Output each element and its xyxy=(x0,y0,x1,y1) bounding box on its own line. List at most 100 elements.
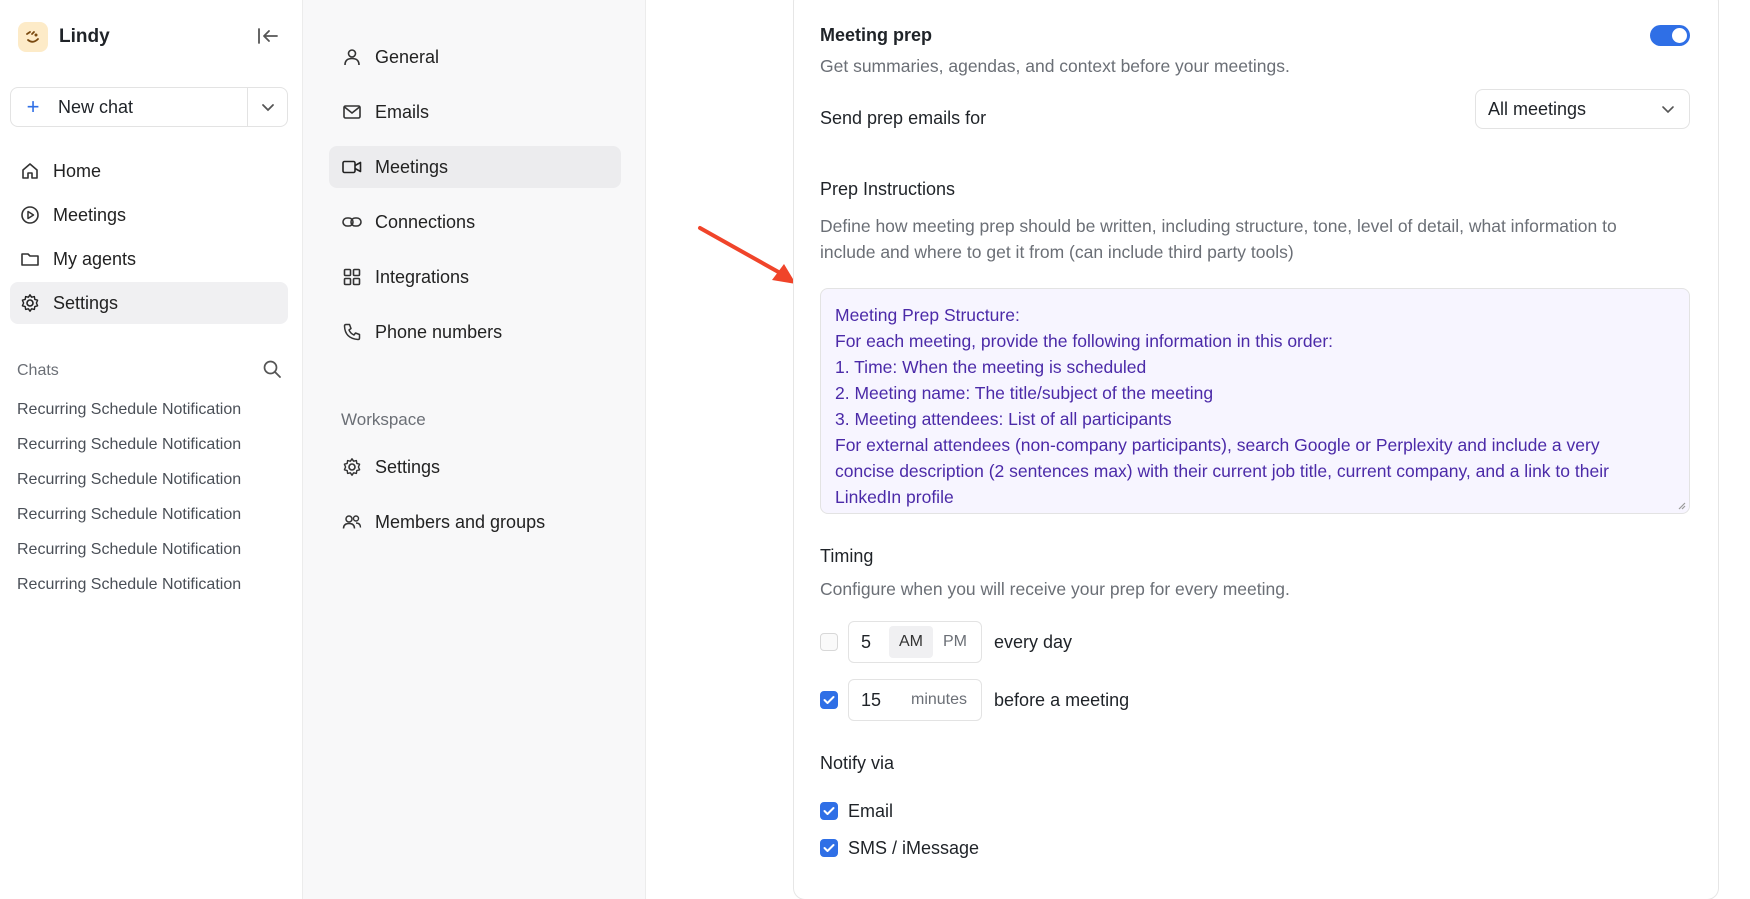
notify-email-row: Email xyxy=(820,790,893,832)
folder-icon xyxy=(19,248,41,270)
nav-item-my-agents[interactable]: My agents xyxy=(10,238,288,280)
timing-title: Timing xyxy=(820,546,874,566)
prep-instructions-textarea[interactable]: Meeting Prep Structure: For each meeting… xyxy=(820,288,1690,514)
new-chat-label: New chat xyxy=(58,96,134,117)
annotation-arrow-icon xyxy=(698,226,796,284)
chat-list-item[interactable]: Recurring Schedule Notification xyxy=(17,401,287,436)
meeting-prep-card: Meeting prep Get summaries, agendas, and… xyxy=(793,0,1719,899)
lindy-logo-icon xyxy=(18,22,48,52)
settings-item-integrations[interactable]: Integrations xyxy=(329,256,621,298)
daily-time-input: 5 AM PM xyxy=(848,621,982,663)
instruction-line: 1. Time: When the meeting is scheduled xyxy=(835,357,1147,377)
settings-item-label: Settings xyxy=(375,456,441,477)
settings-content: Meeting prep Get summaries, agendas, and… xyxy=(646,0,1750,899)
settings-nav: General Emails Meetings Connections Inte… xyxy=(303,0,646,899)
nav-item-label: Settings xyxy=(53,292,119,313)
settings-item-label: Integrations xyxy=(375,266,470,287)
minutes-unit: minutes xyxy=(911,691,968,708)
timing-description: Configure when you will receive your pre… xyxy=(820,579,1290,599)
meeting-prep-description: Get summaries, agendas, and context befo… xyxy=(820,56,1290,76)
notify-sms-checkbox[interactable] xyxy=(820,839,838,857)
chat-list-item[interactable]: Recurring Schedule Notification xyxy=(17,541,287,576)
daily-timing-label: every day xyxy=(994,631,1073,652)
settings-item-connections[interactable]: Connections xyxy=(329,201,621,243)
instruction-line: 3. Meeting attendees: List of all partic… xyxy=(835,409,1172,429)
chats-header: Chats xyxy=(17,359,282,383)
hour-input[interactable]: 5 xyxy=(861,632,889,653)
grid-icon xyxy=(341,266,363,288)
instruction-line: LinkedIn profile xyxy=(835,487,954,507)
send-prep-select[interactable]: All meetings xyxy=(1475,89,1690,129)
video-icon xyxy=(341,156,363,178)
minutes-before-input: 15 minutes xyxy=(848,679,983,721)
before-meeting-label: before a meeting xyxy=(994,689,1130,710)
check-icon xyxy=(823,696,835,704)
workspace-settings-list: Settings Members and groups xyxy=(329,446,621,556)
new-chat-options-button[interactable] xyxy=(247,88,287,126)
nav-item-label: My agents xyxy=(53,248,137,269)
instruction-line: Meeting Prep Structure: xyxy=(835,305,1020,325)
nav-item-settings[interactable]: Settings xyxy=(10,282,288,324)
user-icon xyxy=(341,46,363,68)
minutes-input[interactable]: 15 xyxy=(861,690,901,711)
meeting-prep-toggle[interactable] xyxy=(1650,25,1690,46)
settings-item-emails[interactable]: Emails xyxy=(329,91,621,133)
nav-item-meetings[interactable]: Meetings xyxy=(10,194,288,236)
prep-instructions-description: Define how meeting prep should be writte… xyxy=(820,213,1617,265)
chat-list-item[interactable]: Recurring Schedule Notification xyxy=(17,436,287,471)
nav-item-label: Meetings xyxy=(53,204,127,225)
daily-timing-row: 5 AM PM every day xyxy=(820,621,1072,663)
before-meeting-checkbox[interactable] xyxy=(820,691,838,709)
meeting-prep-title: Meeting prep xyxy=(820,25,933,45)
pm-toggle[interactable]: PM xyxy=(933,626,977,658)
send-prep-value: All meetings xyxy=(1488,98,1587,119)
collapse-sidebar-icon[interactable] xyxy=(254,22,282,50)
description-line: include and where to get it from (can in… xyxy=(820,242,1294,262)
app-sidebar: Lindy + New chat Home Meetings My agents… xyxy=(0,0,303,899)
gear-icon xyxy=(341,456,363,478)
prep-instructions-title: Prep Instructions xyxy=(820,179,956,199)
chats-label: Chats xyxy=(17,362,59,379)
chevron-down-icon xyxy=(261,103,274,111)
resize-handle-icon[interactable] xyxy=(1676,500,1686,510)
new-chat-button[interactable]: + New chat xyxy=(11,88,247,126)
chat-list: Recurring Schedule Notification Recurrin… xyxy=(17,401,287,611)
users-icon xyxy=(341,511,363,533)
plus-icon: + xyxy=(26,94,40,119)
instruction-line: For each meeting, provide the following … xyxy=(835,331,1334,351)
chat-list-item[interactable]: Recurring Schedule Notification xyxy=(17,576,287,611)
nav-item-home[interactable]: Home xyxy=(10,150,288,192)
description-line: Define how meeting prep should be writte… xyxy=(820,216,1617,236)
instruction-line: For external attendees (non-company part… xyxy=(835,435,1600,455)
settings-item-label: Connections xyxy=(375,211,476,232)
settings-item-label: Meetings xyxy=(375,156,449,177)
nav-item-label: Home xyxy=(53,160,102,181)
settings-item-label: General xyxy=(375,46,440,67)
before-meeting-row: 15 minutes before a meeting xyxy=(820,679,1129,721)
instruction-line: concise description (2 sentences max) wi… xyxy=(835,461,1609,481)
settings-item-members-and-groups[interactable]: Members and groups xyxy=(329,501,621,543)
phone-icon xyxy=(341,321,363,343)
search-icon[interactable] xyxy=(262,359,282,384)
play-circle-icon xyxy=(19,204,41,226)
settings-item-label: Phone numbers xyxy=(375,321,503,342)
check-icon xyxy=(823,807,835,815)
link-icon xyxy=(341,211,363,233)
send-prep-label: Send prep emails for xyxy=(820,108,987,128)
notify-sms-row: SMS / iMessage xyxy=(820,827,979,869)
settings-item-label: Members and groups xyxy=(375,511,546,532)
settings-item-phone-numbers[interactable]: Phone numbers xyxy=(329,311,621,353)
notify-via-title: Notify via xyxy=(820,753,895,773)
am-toggle[interactable]: AM xyxy=(889,626,933,658)
new-chat-split-button: + New chat xyxy=(10,87,288,127)
notify-email-checkbox[interactable] xyxy=(820,802,838,820)
settings-item-workspace-settings[interactable]: Settings xyxy=(329,446,621,488)
personal-settings-list: General Emails Meetings Connections Inte… xyxy=(329,36,621,366)
chat-list-item[interactable]: Recurring Schedule Notification xyxy=(17,471,287,506)
brand[interactable]: Lindy xyxy=(18,20,110,54)
chat-list-item[interactable]: Recurring Schedule Notification xyxy=(17,506,287,541)
home-icon xyxy=(19,160,41,182)
settings-item-meetings[interactable]: Meetings xyxy=(329,146,621,188)
settings-item-general[interactable]: General xyxy=(329,36,621,78)
daily-timing-checkbox[interactable] xyxy=(820,633,838,651)
